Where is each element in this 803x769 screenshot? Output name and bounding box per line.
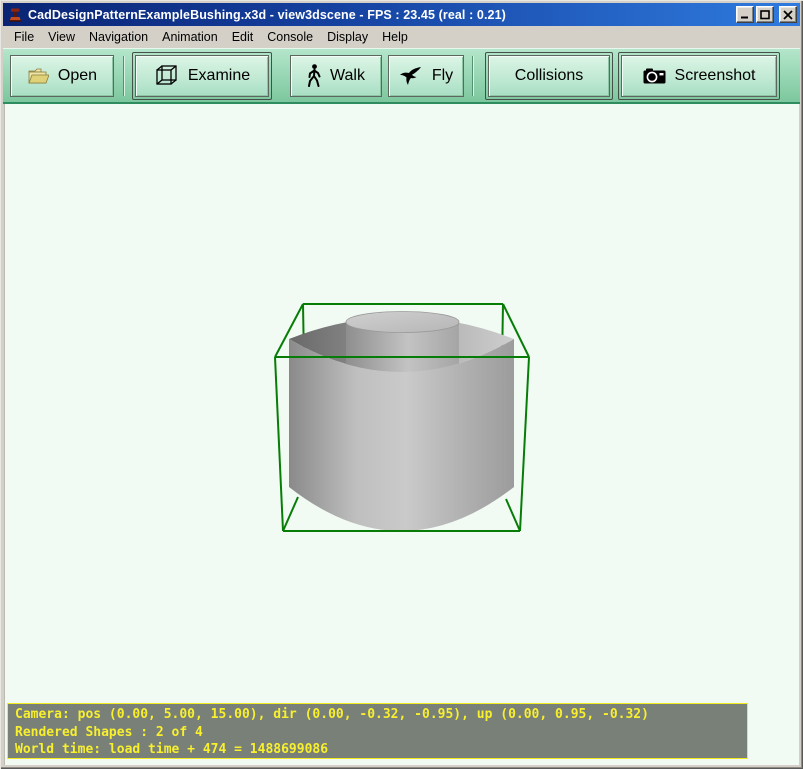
screenshot-button-label: Screenshot <box>675 67 756 85</box>
menu-help[interactable]: Help <box>375 27 415 47</box>
fly-button-label: Fly <box>432 67 453 85</box>
scene-viewport[interactable]: Camera: pos (0.00, 5.00, 15.00), dir (0.… <box>4 104 799 765</box>
walk-button-label: Walk <box>330 67 365 85</box>
status-worldtime-line: World time: load time + 474 = 1488699086 <box>15 741 740 759</box>
collisions-button-label: Collisions <box>515 67 583 85</box>
examine-button[interactable]: Examine <box>135 55 269 97</box>
menu-display[interactable]: Display <box>320 27 375 47</box>
close-icon <box>783 10 793 20</box>
minimize-icon <box>740 10 750 19</box>
walk-icon <box>307 64 321 87</box>
walk-button[interactable]: Walk <box>290 55 382 97</box>
menu-animation[interactable]: Animation <box>155 27 225 47</box>
screenshot-button[interactable]: Screenshot <box>621 55 777 97</box>
close-button[interactable] <box>779 6 797 23</box>
camera-icon <box>643 68 666 84</box>
collisions-button[interactable]: Collisions <box>488 55 610 97</box>
collisions-button-frame: Collisions <box>485 52 613 100</box>
screenshot-button-frame: Screenshot <box>618 52 780 100</box>
minimize-button[interactable] <box>736 6 754 23</box>
window-title: CadDesignPatternExampleBushing.x3d - vie… <box>28 8 736 22</box>
app-window: CadDesignPatternExampleBushing.x3d - vie… <box>0 0 803 769</box>
fly-icon <box>399 66 423 85</box>
examine-button-label: Examine <box>188 67 250 85</box>
menu-edit[interactable]: Edit <box>225 27 261 47</box>
open-button-label: Open <box>58 67 97 85</box>
open-button[interactable]: Open <box>10 55 114 97</box>
status-camera-line: Camera: pos (0.00, 5.00, 15.00), dir (0.… <box>15 706 740 724</box>
examine-button-frame: Examine <box>132 52 272 100</box>
menu-console[interactable]: Console <box>260 27 320 47</box>
bushing-3d-scene <box>5 104 799 765</box>
menu-navigation[interactable]: Navigation <box>82 27 155 47</box>
status-shapes-line: Rendered Shapes : 2 of 4 <box>15 724 740 742</box>
toolbar-separator <box>472 56 474 96</box>
status-overlay: Camera: pos (0.00, 5.00, 15.00), dir (0.… <box>7 703 748 759</box>
app-icon <box>7 7 23 23</box>
title-bar[interactable]: CadDesignPatternExampleBushing.x3d - vie… <box>3 3 800 26</box>
menu-bar: File View Navigation Animation Edit Cons… <box>3 26 800 48</box>
toolbar: Open Examine <box>3 48 800 104</box>
menu-view[interactable]: View <box>41 27 82 47</box>
menu-file[interactable]: File <box>7 27 41 47</box>
maximize-button[interactable] <box>756 6 774 23</box>
cube-icon <box>154 63 179 88</box>
folder-icon <box>27 67 49 85</box>
fly-button[interactable]: Fly <box>388 55 464 97</box>
toolbar-separator <box>123 56 125 96</box>
maximize-icon <box>760 10 770 20</box>
